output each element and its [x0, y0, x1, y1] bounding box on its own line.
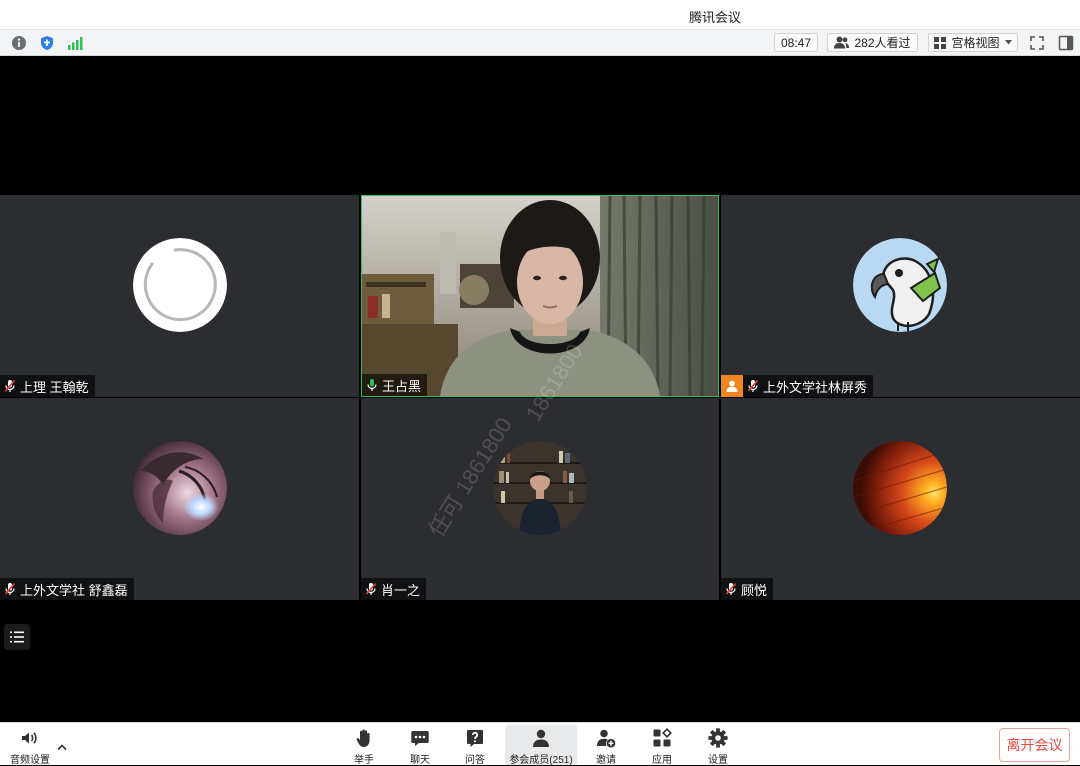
speaker-icon	[22, 732, 37, 744]
mic-muted-icon	[4, 379, 16, 392]
mic-muted-icon	[4, 582, 16, 595]
audio-options-chevron[interactable]	[56, 738, 68, 751]
chat-label: 聊天	[410, 755, 430, 766]
info-icon[interactable]	[11, 35, 27, 51]
gear-icon	[708, 728, 728, 748]
participant-label: 肖一之	[361, 578, 427, 600]
participant-tile-active-speaker[interactable]: 王占黑	[361, 195, 719, 397]
viewers-count-button[interactable]: 282人看过	[827, 33, 918, 52]
participant-tile[interactable]: 上理 王翰乾	[0, 195, 359, 397]
qa-button[interactable]: 问答	[450, 725, 500, 766]
meeting-timer: 08:47	[774, 33, 818, 52]
participant-tile[interactable]: 上外文学社林屏秀	[721, 195, 1080, 397]
participant-name: 上理 王翰乾	[20, 379, 89, 395]
settings-button[interactable]: 设置	[693, 725, 743, 766]
settings-label: 设置	[708, 755, 728, 766]
participants-icon	[533, 729, 549, 747]
caret-down-icon	[1004, 40, 1012, 45]
apps-button[interactable]: 应用	[637, 725, 687, 766]
video-stage: 上理 王翰乾 王占黑 上外文学社林屏秀 上外文学社 舒鑫磊 肖一之 顾悦	[0, 56, 1080, 722]
add-user-icon	[597, 729, 616, 748]
list-icon	[10, 631, 24, 643]
participant-name: 上外文学社林屏秀	[763, 379, 868, 395]
participant-label: 上外文学社 舒鑫磊	[0, 578, 134, 600]
participant-name: 上外文学社 舒鑫磊	[20, 582, 128, 598]
raise-hand-label: 举手	[354, 755, 374, 766]
anime-portrait-avatar	[133, 441, 227, 535]
raise-hand-icon	[356, 729, 370, 747]
participant-tile[interactable]: 顾悦	[721, 398, 1080, 600]
orange-wood-avatar	[853, 441, 947, 535]
view-mode-dropdown[interactable]: 宫格视图	[928, 33, 1018, 52]
participant-name: 肖一之	[381, 582, 421, 598]
view-mode-text: 宫格视图	[951, 36, 1000, 50]
mic-muted-icon	[725, 582, 737, 595]
grid-view-icon	[934, 36, 947, 49]
participant-label: 上理 王翰乾	[0, 375, 95, 397]
participant-tile[interactable]: 上外文学社 舒鑫磊	[0, 398, 359, 600]
invite-button[interactable]: 邀请	[581, 725, 631, 766]
title-bar: 腾讯会议	[0, 0, 1080, 29]
participant-label: 上外文学社林屏秀	[743, 375, 874, 397]
audio-settings-label: 音频设置	[10, 755, 50, 766]
viewers-text: 282人看过	[854, 36, 911, 50]
meeting-toolbar: 音频设置 举手 聊天 问答 参会成员(251) 邀请 应用 设置 离开会议	[0, 722, 1080, 766]
list-view-button[interactable]	[4, 624, 30, 650]
chat-button[interactable]: 聊天	[395, 725, 445, 766]
apps-label: 应用	[652, 755, 672, 766]
parrot-avatar	[853, 238, 947, 332]
mic-active-icon	[367, 379, 377, 391]
host-icon	[721, 375, 743, 397]
chevron-up-icon	[57, 744, 67, 751]
timer-text: 08:47	[780, 35, 812, 50]
loading-ring-avatar	[133, 238, 227, 332]
participants-label: 参会成员(251)	[509, 755, 573, 766]
shield-icon[interactable]	[39, 35, 55, 51]
sidebar-toggle-icon[interactable]	[1058, 35, 1074, 51]
question-icon	[467, 730, 483, 747]
qa-label: 问答	[465, 755, 485, 766]
participant-tile[interactable]: 肖一之	[361, 398, 719, 600]
fullscreen-icon[interactable]	[1029, 35, 1045, 51]
mic-muted-icon	[747, 379, 759, 392]
chat-bubble-icon	[411, 731, 429, 746]
apps-icon	[653, 728, 672, 747]
participant-label: 王占黑	[362, 374, 428, 396]
participants-button[interactable]: 参会成员(251)	[505, 725, 577, 766]
window-title: 腾讯会议	[688, 10, 741, 25]
leave-meeting-button[interactable]: 离开会议	[999, 728, 1070, 762]
people-icon	[834, 36, 850, 49]
participant-name: 顾悦	[741, 582, 768, 598]
raise-hand-button[interactable]: 举手	[339, 725, 389, 766]
audio-settings-button[interactable]: 音频设置	[6, 725, 54, 766]
bookshelf-photo-avatar	[493, 441, 587, 535]
participant-label: 顾悦	[721, 578, 774, 600]
mic-muted-icon	[365, 582, 377, 595]
participant-name: 王占黑	[382, 378, 422, 394]
participant-video-feed	[362, 196, 718, 396]
signal-bars-icon[interactable]	[67, 35, 83, 51]
invite-label: 邀请	[596, 755, 616, 766]
status-bar: 08:47 282人看过 宫格视图	[0, 29, 1080, 56]
